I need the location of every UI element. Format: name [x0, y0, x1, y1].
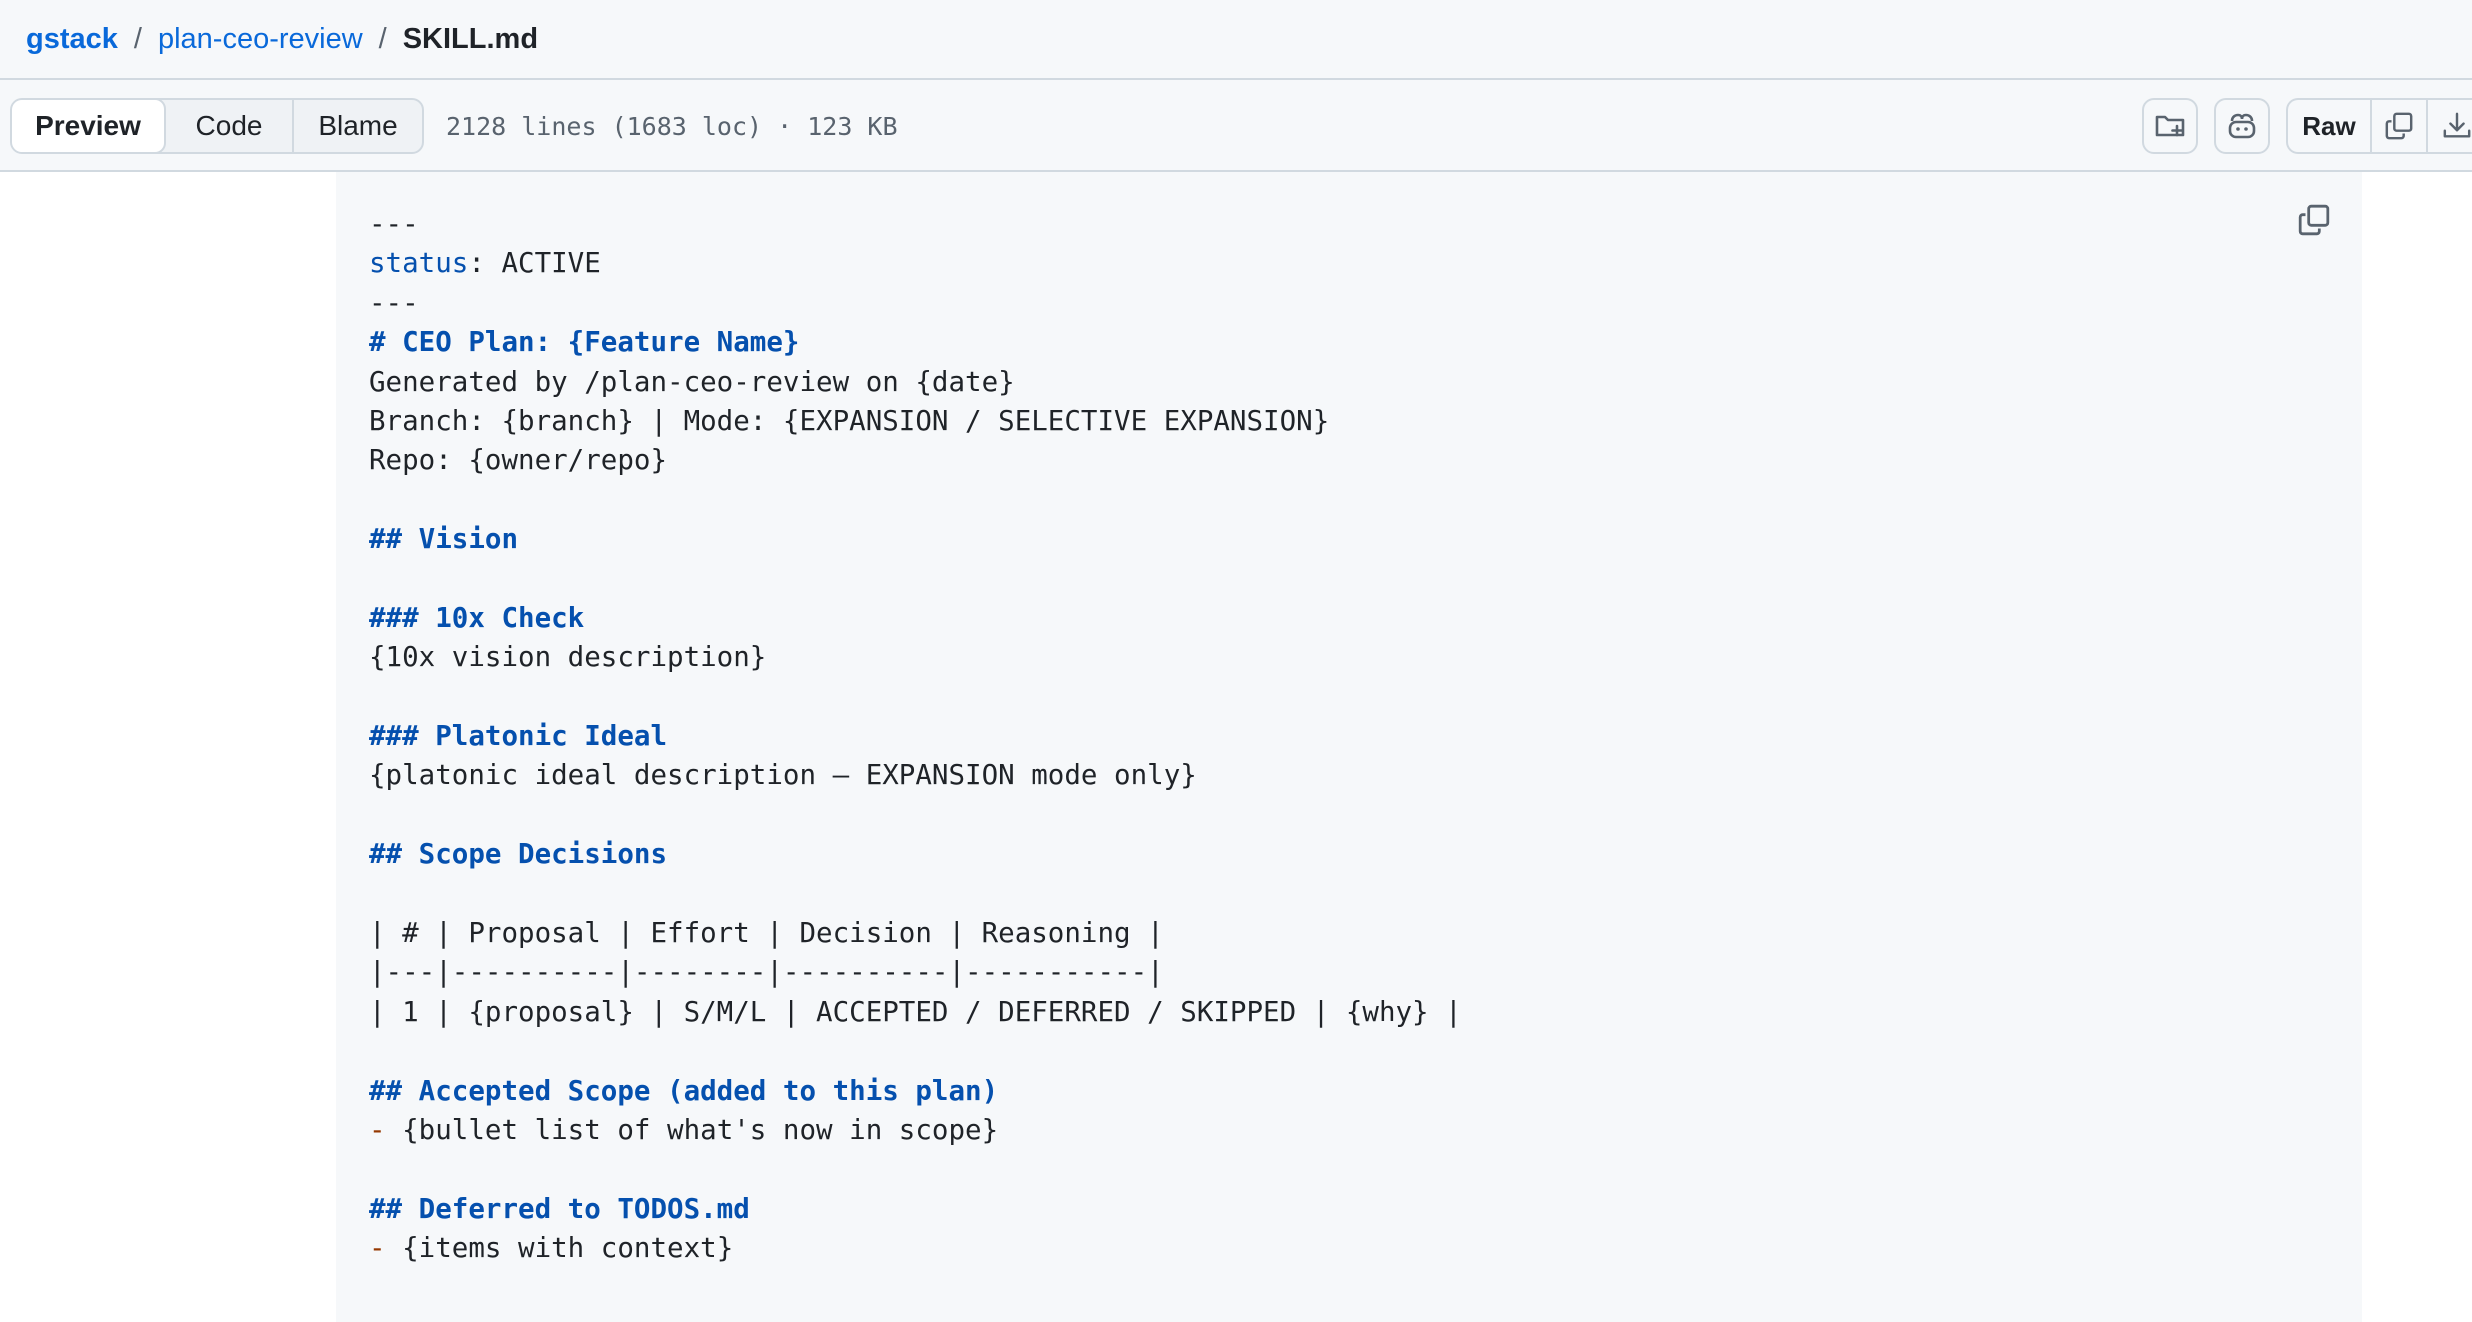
code-line-heading: ### Platonic Ideal	[369, 717, 1462, 756]
code-line: - {bullet list of what's now in scope}	[369, 1111, 1462, 1150]
code-line-text: ## Accepted Scope (added to this plan)	[369, 1074, 999, 1107]
code-line-text: : ACTIVE	[468, 247, 601, 280]
code-line: | 1 | {proposal} | S/M/L | ACCEPTED / DE…	[369, 993, 1462, 1032]
download-button[interactable]	[2426, 100, 2472, 152]
code-line-text: Repo: {owner/repo}	[369, 444, 668, 477]
breadcrumb-repo-link[interactable]: gstack	[26, 23, 118, 56]
copy-icon	[2298, 204, 2330, 236]
code-line: ---	[369, 205, 1462, 244]
code-line: status: ACTIVE	[369, 244, 1462, 283]
code-line-heading: ## Deferred to TODOS.md	[369, 1190, 1462, 1229]
code-line-heading: ## Vision	[369, 520, 1462, 559]
code-line-text: | 1 | {proposal} | S/M/L | ACCEPTED / DE…	[369, 995, 1462, 1028]
view-mode-toggle: Preview Code Blame	[10, 98, 424, 154]
code-line-text: | # | Proposal | Effort | Decision | Rea…	[369, 917, 1164, 950]
code-line-text: ## Scope Decisions	[369, 838, 668, 871]
tab-blame[interactable]: Blame	[292, 100, 422, 152]
folder-plus-icon	[2155, 115, 2185, 137]
code-line: Branch: {branch} | Mode: {EXPANSION / SE…	[369, 402, 1462, 441]
code-line-text: {platonic ideal description — EXPANSION …	[369, 759, 1197, 792]
code-line-text: {items with context}	[385, 1232, 734, 1265]
code-line-text: ---	[369, 208, 419, 240]
tab-code[interactable]: Code	[166, 100, 292, 152]
breadcrumb-separator: /	[133, 22, 142, 55]
file-toolbar: Preview Code Blame 2128 lines (1683 loc)…	[0, 80, 2472, 172]
copy-raw-button[interactable]	[2370, 100, 2426, 152]
markdown-source: --- status: ACTIVE --- # CEO Plan: {Feature…	[369, 205, 1462, 1269]
code-line-text: Generated by /plan-ceo-review on {date}	[369, 365, 1015, 398]
copy-icon	[2385, 112, 2413, 140]
code-line-text: ---	[369, 286, 419, 319]
frontmatter-key: status	[369, 247, 469, 280]
file-meta: 2128 lines (1683 loc) · 123 KB	[446, 111, 898, 141]
code-line-heading: ## Accepted Scope (added to this plan)	[369, 1072, 1462, 1111]
code-line: ---	[369, 284, 1462, 323]
copilot-icon	[2228, 113, 2256, 139]
breadcrumb: gstack / plan-ceo-review / SKILL.md	[0, 0, 2472, 80]
code-line-heading: ## Scope Decisions	[369, 835, 1462, 874]
code-line-text: ## Deferred to TODOS.md	[369, 1192, 750, 1225]
code-line: {10x vision description}	[369, 638, 1462, 677]
code-line: | # | Proposal | Effort | Decision | Rea…	[369, 914, 1462, 953]
list-bullet: -	[369, 1232, 386, 1265]
code-line-heading: # CEO Plan: {Feature Name}	[369, 323, 1462, 362]
new-directory-button[interactable]	[2142, 98, 2198, 154]
list-bullet: -	[369, 1113, 386, 1146]
code-line-text: |---|----------|--------|----------|----…	[369, 956, 1164, 989]
breadcrumb-folder-link[interactable]: plan-ceo-review	[158, 23, 363, 56]
download-icon	[2443, 112, 2471, 138]
code-line: Repo: {owner/repo}	[369, 441, 1462, 480]
code-line: Generated by /plan-ceo-review on {date}	[369, 363, 1462, 402]
code-line-text: {bullet list of what's now in scope}	[385, 1113, 999, 1146]
code-line-text: ### Platonic Ideal	[369, 720, 668, 753]
code-line-text: Branch: {branch} | Mode: {EXPANSION / SE…	[369, 404, 1330, 437]
raw-copy-download-group: Raw	[2286, 98, 2472, 154]
raw-button[interactable]: Raw	[2288, 100, 2370, 152]
code-line: |---|----------|--------|----------|----…	[369, 953, 1462, 992]
copy-code-button[interactable]	[2292, 198, 2336, 242]
code-line: {platonic ideal description — EXPANSION …	[369, 756, 1462, 795]
copilot-button[interactable]	[2214, 98, 2270, 154]
breadcrumb-separator: /	[378, 22, 387, 55]
code-line-text: # CEO Plan: {Feature Name}	[369, 326, 800, 359]
breadcrumb-current-file: SKILL.md	[402, 22, 539, 55]
code-line-text: {10x vision description}	[369, 641, 767, 674]
code-line: - {items with context}	[369, 1229, 1462, 1268]
code-line-heading: ### 10x Check	[369, 599, 1462, 638]
code-line-text: ## Vision	[369, 523, 519, 556]
tab-preview[interactable]: Preview	[12, 100, 166, 152]
code-line-text: ### 10x Check	[369, 601, 585, 634]
